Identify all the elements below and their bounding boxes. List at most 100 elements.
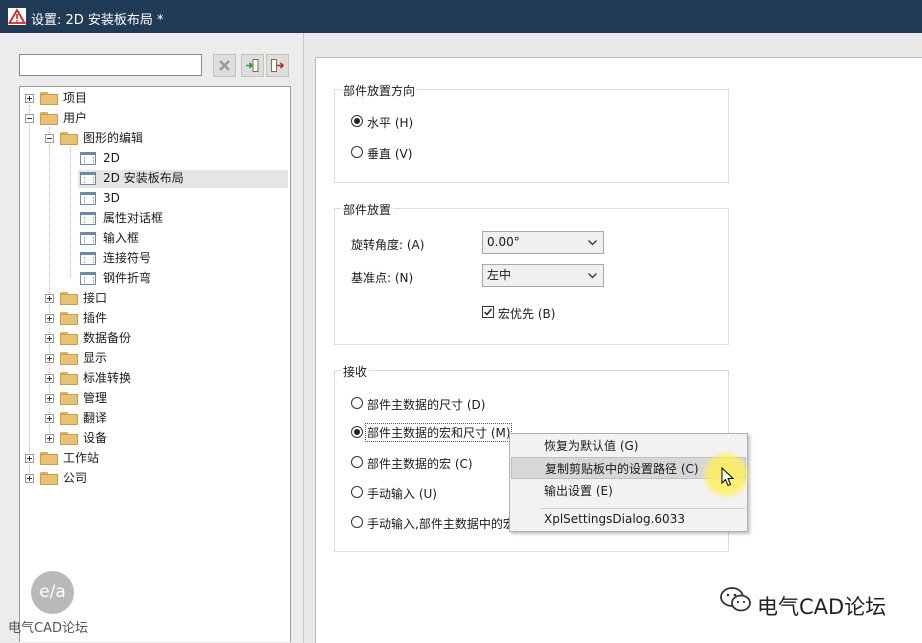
folder-icon xyxy=(40,472,58,485)
receive-group-title: 接收 xyxy=(341,363,370,380)
orientation-group xyxy=(334,89,729,183)
tree-item-plugin[interactable]: 插件 xyxy=(45,309,245,327)
import-settings-button[interactable] xyxy=(241,54,264,77)
receive-size-radio[interactable] xyxy=(351,397,363,409)
macro-first-label[interactable]: 宏优先 (B) xyxy=(498,305,555,322)
cursor-icon xyxy=(721,467,735,487)
folder-icon xyxy=(40,452,58,465)
tree-item-label: 数据备份 xyxy=(83,331,132,345)
tree-item-label: 项目 xyxy=(63,91,88,105)
tree-item-label: 设备 xyxy=(83,431,108,445)
settings-page-icon xyxy=(80,252,96,265)
settings-page-icon xyxy=(80,152,96,165)
expand-icon[interactable] xyxy=(45,354,54,363)
tree-item-display[interactable]: 显示 xyxy=(45,349,245,367)
tree-item-steel-bending[interactable]: 钢件折弯 xyxy=(80,269,280,287)
watermark-logo: e/a xyxy=(31,571,74,614)
horizontal-radio-label[interactable]: 水平 (H) xyxy=(367,114,413,131)
tree-item-2d-mounting-panel-layout[interactable]: 2D 安装板布局 xyxy=(80,169,280,187)
tree-item-translation[interactable]: 翻译 xyxy=(45,409,245,427)
search-input[interactable] xyxy=(19,54,202,76)
checkmark-icon xyxy=(483,308,493,316)
tree-item-label: 标准转换 xyxy=(83,371,132,385)
vertical-radio[interactable] xyxy=(351,146,363,158)
dialog-id-menu-item[interactable]: XplSettingsDialog.6033 xyxy=(511,508,746,530)
expand-icon[interactable] xyxy=(45,394,54,403)
settings-page-icon xyxy=(80,212,96,225)
rotation-angle-select[interactable]: 0.00° xyxy=(482,231,604,254)
tree-item-project[interactable]: 项目 xyxy=(25,89,225,107)
tree-item-property-dialog[interactable]: 属性对话框 xyxy=(80,209,280,227)
manual-input-macro-radio[interactable] xyxy=(351,516,363,528)
clear-filter-button[interactable] xyxy=(213,54,236,77)
tree-item-3d[interactable]: 3D xyxy=(80,189,280,207)
folder-icon xyxy=(60,412,78,425)
tree-item-label: 属性对话框 xyxy=(103,211,164,225)
receive-macro-radio[interactable] xyxy=(351,456,363,468)
folder-icon xyxy=(60,432,78,445)
tree-item-2d[interactable]: 2D xyxy=(80,149,280,167)
manual-input-macro-label[interactable]: 手动输入,部件主数据中的宏 xyxy=(367,515,509,532)
expand-icon[interactable] xyxy=(45,334,54,343)
tree-item-label: 图形的编辑 xyxy=(83,131,144,145)
expand-icon[interactable] xyxy=(25,454,34,463)
settings-page-icon xyxy=(80,192,96,205)
receive-macro-label[interactable]: 部件主数据的宏 (C) xyxy=(367,455,473,472)
horizontal-radio[interactable] xyxy=(351,115,363,127)
warning-icon xyxy=(8,8,26,25)
tree-item-label: 用户 xyxy=(63,111,88,125)
collapse-icon[interactable] xyxy=(45,134,54,143)
tree-item-input-box[interactable]: 输入框 xyxy=(80,229,280,247)
tree-item-label: 管理 xyxy=(83,391,108,405)
folder-icon xyxy=(40,112,58,125)
tree-item-label: 接口 xyxy=(83,291,108,305)
tree-item-company[interactable]: 公司 xyxy=(25,469,225,487)
tree-item-label: 插件 xyxy=(83,311,108,325)
tree-item-label: 连接符号 xyxy=(103,251,152,265)
tree-item-device[interactable]: 设备 xyxy=(45,429,245,447)
base-point-value: 左中 xyxy=(487,268,512,282)
tree-item-management[interactable]: 管理 xyxy=(45,389,245,407)
vertical-radio-label[interactable]: 垂直 (V) xyxy=(367,145,412,162)
tree-item-graphic-editing[interactable]: 图形的编辑 xyxy=(45,129,245,147)
folder-icon xyxy=(60,372,78,385)
expand-icon[interactable] xyxy=(25,94,34,103)
tree-item-interface[interactable]: 接口 xyxy=(45,289,245,307)
expand-icon[interactable] xyxy=(45,414,54,423)
title-bar: 设置: 2D 安装板布局 * xyxy=(0,0,922,33)
macro-first-checkbox[interactable] xyxy=(482,306,494,318)
tree-item-label: 钢件折弯 xyxy=(103,271,152,285)
expand-icon[interactable] xyxy=(45,434,54,443)
expand-icon[interactable] xyxy=(45,374,54,383)
tree-item-data-backup[interactable]: 数据备份 xyxy=(45,329,245,347)
chevron-down-icon xyxy=(588,240,597,246)
receive-macro-and-size-label[interactable]: 部件主数据的宏和尺寸 (M) xyxy=(365,423,512,442)
tree-item-user[interactable]: 用户 xyxy=(25,109,225,127)
tree-item-standard-conversion[interactable]: 标准转换 xyxy=(45,369,245,387)
export-settings-button[interactable] xyxy=(266,54,289,77)
tree-item-label: 工作站 xyxy=(63,451,100,465)
tree-item-label: 翻译 xyxy=(83,411,108,425)
import-icon xyxy=(246,59,259,72)
receive-size-label[interactable]: 部件主数据的尺寸 (D) xyxy=(367,396,485,413)
base-point-select[interactable]: 左中 xyxy=(482,264,604,287)
tree-item-connection-symbol[interactable]: 连接符号 xyxy=(80,249,280,267)
collapse-icon[interactable] xyxy=(25,114,34,123)
tree-item-label: 2D xyxy=(103,151,120,165)
expand-icon[interactable] xyxy=(45,294,54,303)
manual-input-radio[interactable] xyxy=(351,486,363,498)
expand-icon[interactable] xyxy=(25,474,34,483)
window-title: 设置: 2D 安装板布局 * xyxy=(31,13,164,28)
settings-page-icon xyxy=(80,272,96,285)
tree-item-workstation[interactable]: 工作站 xyxy=(25,449,225,467)
watermark-text-right: 电气CAD论坛 xyxy=(757,595,887,619)
folder-icon xyxy=(60,332,78,345)
settings-page-icon xyxy=(80,172,96,185)
expand-icon[interactable] xyxy=(45,314,54,323)
receive-macro-and-size-radio[interactable] xyxy=(351,426,363,438)
restore-default-menu-item[interactable]: 恢复为默认值 (G) xyxy=(511,435,746,457)
folder-icon xyxy=(60,392,78,405)
manual-input-label[interactable]: 手动输入 (U) xyxy=(367,485,437,502)
rotation-angle-label: 旋转角度: (A) xyxy=(351,238,425,252)
tree-item-label: 3D xyxy=(103,191,120,205)
